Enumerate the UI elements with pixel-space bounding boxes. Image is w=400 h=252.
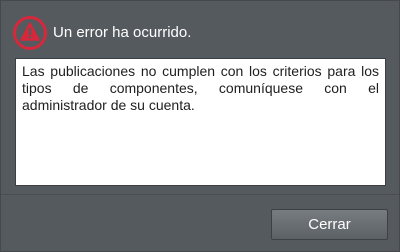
- close-button[interactable]: Cerrar: [271, 209, 388, 240]
- message-box: Las publicaciones no cumplen con los cri…: [15, 58, 386, 186]
- error-warning-icon: [13, 16, 47, 50]
- error-dialog: Un error ha ocurrido. Las publicaciones …: [0, 0, 400, 252]
- error-message: Las publicaciones no cumplen con los cri…: [22, 63, 379, 113]
- footer-divider: [1, 194, 399, 195]
- dialog-title: Un error ha ocurrido.: [53, 24, 192, 41]
- dialog-header: Un error ha ocurrido.: [12, 15, 191, 51]
